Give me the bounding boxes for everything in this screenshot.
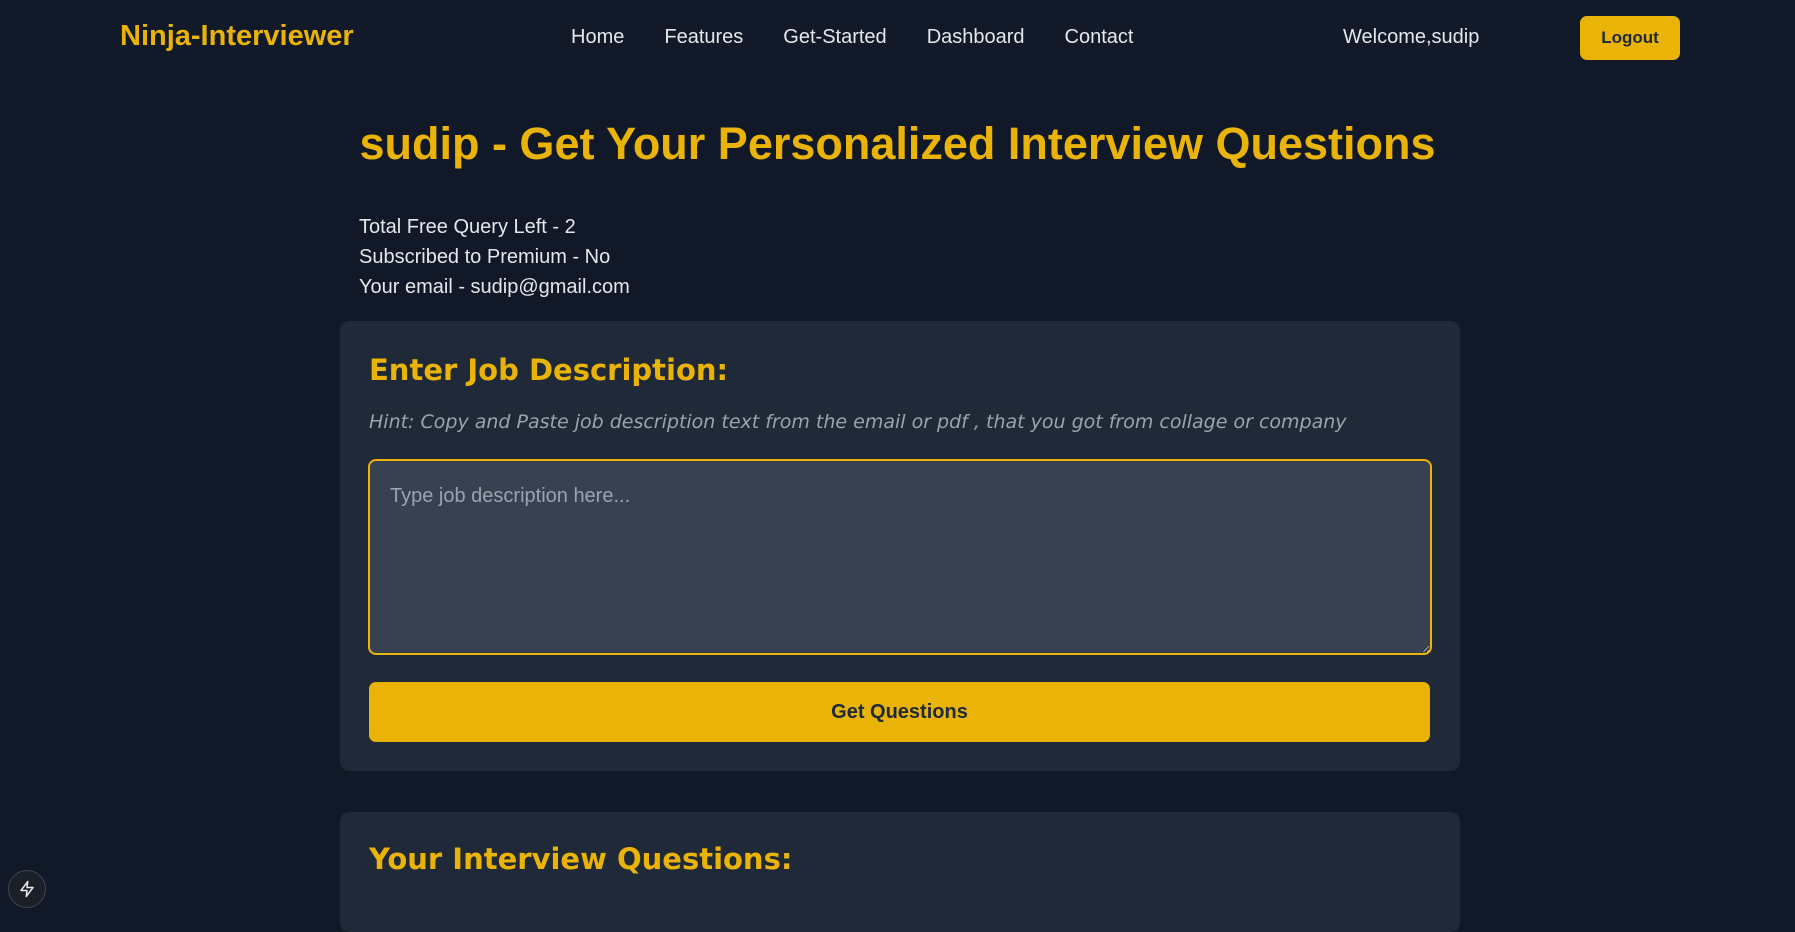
premium-status-text: Subscribed to Premium - No bbox=[359, 246, 611, 268]
nav-link-features[interactable]: Features bbox=[664, 26, 743, 49]
navbar: Ninja-Interviewer Home Features Get-Star… bbox=[0, 0, 1795, 79]
queries-left-text: Total Free Query Left - 2 bbox=[359, 216, 576, 238]
welcome-text: Welcome,sudip bbox=[1343, 26, 1480, 48]
account-info: Total Free Query Left - 2 Subscribed to … bbox=[359, 212, 630, 302]
job-description-input[interactable] bbox=[368, 459, 1432, 655]
nav-link-get-started[interactable]: Get-Started bbox=[783, 26, 886, 49]
bolt-button[interactable] bbox=[8, 870, 46, 908]
nav-links: Home Features Get-Started Dashboard Cont… bbox=[571, 26, 1133, 49]
logout-button[interactable]: Logout bbox=[1580, 16, 1680, 60]
nav-link-contact[interactable]: Contact bbox=[1065, 26, 1134, 49]
get-questions-button[interactable]: Get Questions bbox=[369, 682, 1430, 742]
page-title: sudip - Get Your Personalized Interview … bbox=[359, 118, 1436, 169]
nav-link-dashboard[interactable]: Dashboard bbox=[927, 26, 1025, 49]
nav-link-home[interactable]: Home bbox=[571, 26, 624, 49]
job-description-card: Enter Job Description: Hint: Copy and Pa… bbox=[340, 321, 1460, 771]
interview-questions-heading: Your Interview Questions: bbox=[369, 842, 793, 876]
brand-logo[interactable]: Ninja-Interviewer bbox=[120, 20, 354, 53]
job-description-heading: Enter Job Description: bbox=[369, 353, 729, 387]
hint-text: Hint: Copy and Paste job description tex… bbox=[369, 411, 1347, 433]
interview-questions-card: Your Interview Questions: bbox=[340, 812, 1460, 932]
bolt-icon bbox=[20, 880, 34, 898]
email-text: Your email - sudip@gmail.com bbox=[359, 276, 630, 298]
